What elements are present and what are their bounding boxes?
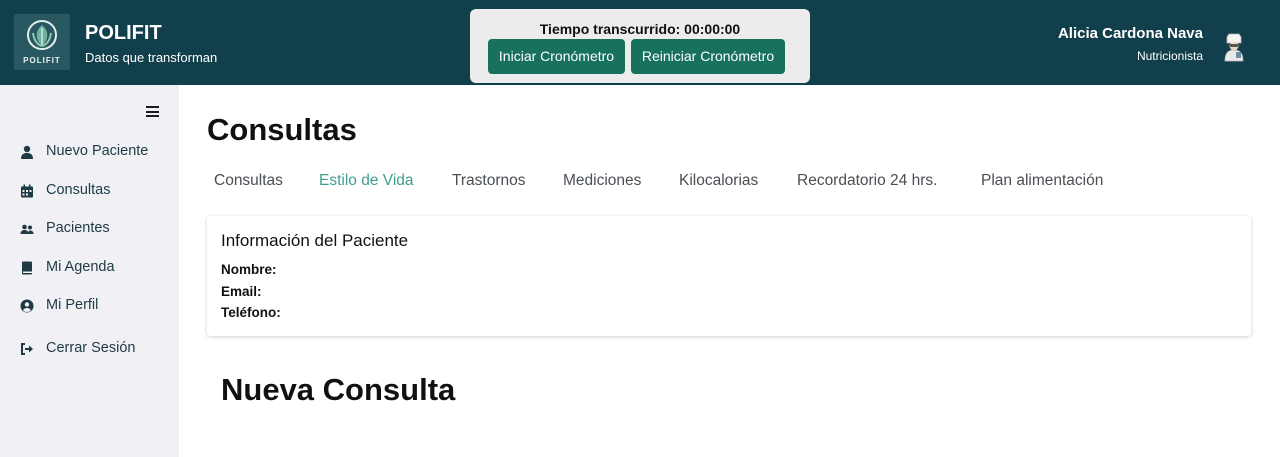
sidebar-item-label: Mi Agenda bbox=[46, 259, 115, 275]
chef-avatar-icon[interactable] bbox=[1221, 30, 1249, 62]
user-circle-icon bbox=[20, 299, 34, 313]
sidebar-item-label: Cerrar Sesión bbox=[46, 340, 136, 356]
sidebar-item-label: Consultas bbox=[46, 182, 111, 198]
sidebar-item-label: Mi Perfil bbox=[46, 297, 99, 313]
sidebar-item-consultas[interactable]: Consultas bbox=[20, 181, 170, 201]
sidebar-item-cerrar-sesion[interactable]: Cerrar Sesión bbox=[20, 339, 170, 359]
reset-timer-button[interactable]: Reiniciar Cronómetro bbox=[631, 39, 785, 74]
start-timer-button[interactable]: Iniciar Cronómetro bbox=[488, 39, 625, 74]
brand-name: POLIFIT bbox=[85, 22, 162, 44]
calendar-icon bbox=[21, 184, 33, 198]
user-role: Nutricionista bbox=[1136, 49, 1203, 63]
tab-plan-alimentacion[interactable]: Plan alimentación bbox=[981, 172, 1103, 190]
tab-consultas[interactable]: Consultas bbox=[214, 172, 283, 190]
card-title: Información del Paciente bbox=[221, 231, 409, 250]
patient-name-label: Nombre: bbox=[221, 262, 277, 277]
users-icon bbox=[20, 224, 34, 234]
polifit-logo[interactable]: POLIFIT bbox=[14, 14, 70, 70]
leaf-logo-icon bbox=[27, 20, 57, 50]
hamburger-icon[interactable] bbox=[146, 106, 159, 117]
patient-email-label: Email: bbox=[221, 284, 262, 299]
logo-text: POLIFIT bbox=[23, 56, 61, 65]
tab-recordatorio-24-hrs[interactable]: Recordatorio 24 hrs. bbox=[797, 172, 937, 190]
sidebar-item-nuevo-paciente[interactable]: Nuevo Paciente bbox=[20, 142, 170, 162]
patient-phone-label: Teléfono: bbox=[221, 305, 281, 320]
sidebar: Nuevo Paciente Consultas Pacientes Mi Ag… bbox=[0, 85, 179, 457]
tab-trastornos[interactable]: Trastornos bbox=[452, 172, 526, 190]
sidebar-item-pacientes[interactable]: Pacientes bbox=[20, 219, 170, 239]
main-content: Consultas Consultas Estilo de Vida Trast… bbox=[179, 85, 1280, 457]
section-title: Nueva Consulta bbox=[221, 372, 456, 407]
tab-mediciones[interactable]: Mediciones bbox=[563, 172, 641, 190]
user-icon bbox=[21, 145, 33, 159]
patient-info-card: Información del Paciente Nombre: Email: … bbox=[207, 216, 1251, 336]
user-name: Alicia Cardona Nava bbox=[1057, 25, 1203, 42]
page-title: Consultas bbox=[207, 112, 357, 147]
sidebar-item-mi-agenda[interactable]: Mi Agenda bbox=[20, 258, 170, 278]
elapsed-time-label: Tiempo transcurrido: 00:00:00 bbox=[539, 21, 741, 37]
tab-kilocalorias[interactable]: Kilocalorias bbox=[679, 172, 758, 190]
stopwatch-panel: Tiempo transcurrido: 00:00:00 Iniciar Cr… bbox=[470, 9, 810, 83]
brand-tagline: Datos que transforman bbox=[85, 50, 218, 65]
tab-estilo-de-vida[interactable]: Estilo de Vida bbox=[319, 172, 414, 190]
top-header: POLIFIT POLIFIT Datos que transforman Ti… bbox=[0, 0, 1280, 85]
sidebar-item-mi-perfil[interactable]: Mi Perfil bbox=[20, 296, 170, 316]
sidebar-item-label: Nuevo Paciente bbox=[46, 143, 149, 159]
sign-out-icon bbox=[21, 343, 33, 355]
book-icon bbox=[22, 261, 32, 275]
sidebar-item-label: Pacientes bbox=[46, 220, 110, 236]
